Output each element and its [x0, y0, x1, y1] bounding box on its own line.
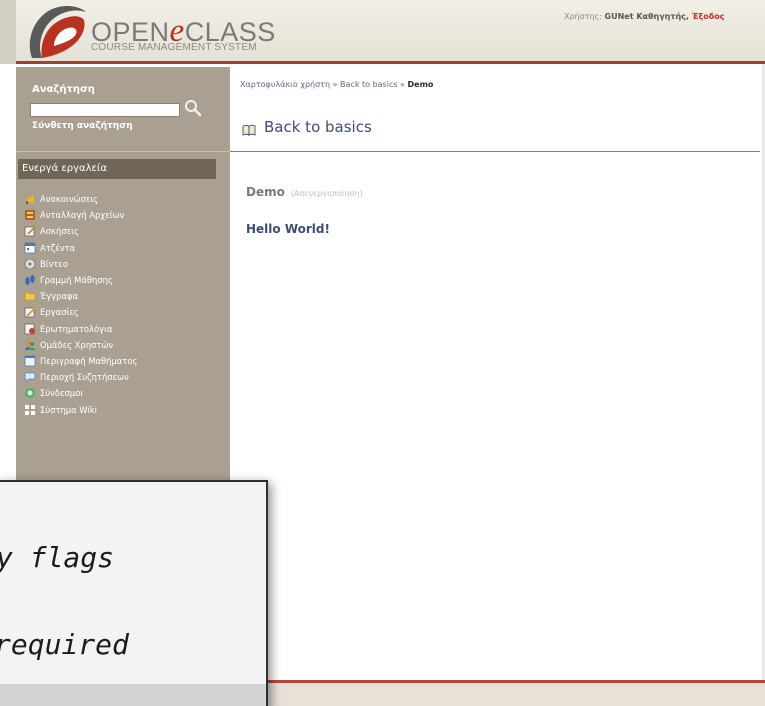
sidebar-item-exercises[interactable]: Ασκήσεις — [24, 223, 224, 239]
search-icon[interactable] — [184, 99, 202, 117]
sidebar-item-announcements[interactable]: Ανακοινώσεις — [24, 191, 224, 207]
exercise-icon — [24, 225, 36, 237]
tool-label: Ατζέντα — [40, 242, 76, 253]
user-groups-icon — [24, 339, 36, 351]
openeclass-logo-icon[interactable] — [24, 2, 88, 60]
tool-label: Εργασίες — [40, 307, 79, 318]
tool-label: Ασκήσεις — [40, 226, 79, 237]
book-icon — [242, 121, 256, 137]
forum-icon — [24, 371, 36, 384]
page-header: OPENeCLASS COURSE MANAGEMENT SYSTEM Χρήσ… — [0, 0, 765, 64]
sidebar-item-forum[interactable]: Περιοχή Συζητήσεων — [24, 369, 224, 385]
page-footer — [230, 680, 765, 706]
course-title: Back to basics — [242, 118, 372, 137]
search-input[interactable] — [30, 103, 180, 117]
sidebar-item-course-description[interactable]: Περιγραφή Μαθήματος — [24, 353, 224, 369]
item-content: Hello World! — [246, 222, 330, 236]
video-icon — [24, 258, 36, 270]
calendar-icon — [24, 242, 36, 254]
overlay-box: y flags required — [0, 480, 268, 706]
tool-label: Σύστημα Wiki — [40, 404, 97, 415]
tool-label: Ανταλλαγή Αρχείων — [40, 210, 125, 221]
sidebar-item-user-groups[interactable]: Ομάδες Χρηστών — [24, 337, 224, 353]
megaphone-icon — [24, 193, 36, 205]
folder-icon — [24, 290, 36, 302]
sidebar-item-file-exchange[interactable]: Ανταλλαγή Αρχείων — [24, 207, 224, 223]
tool-label: Περιοχή Συζητήσεων — [40, 372, 129, 383]
course-title-text: Back to basics — [264, 118, 372, 136]
file-exchange-icon — [24, 209, 36, 221]
tool-label: Βίντεο — [40, 258, 68, 269]
search-title: Αναζήτηση — [32, 84, 95, 95]
tool-label: Σύνδεσμοι — [40, 388, 84, 399]
tool-label: Ομάδες Χρηστών — [40, 339, 114, 350]
item-name: Demo — [246, 185, 285, 199]
sidebar-item-questionnaires[interactable]: Ερωτηματολόγια — [24, 321, 224, 337]
sidebar-item-assignments[interactable]: Εργασίες — [24, 304, 224, 320]
breadcrumb: Χαρτοφυλάκιο χρήστη » Back to basics » D… — [240, 80, 433, 89]
breadcrumb-separator: » — [397, 80, 408, 89]
breadcrumb-current: Demo — [407, 80, 434, 89]
logo-subtitle: COURSE MANAGEMENT SYSTEM — [91, 42, 257, 53]
tool-list: Ανακοινώσεις Ανταλλαγή Αρχείων Ασκήσεις … — [24, 191, 224, 418]
title-divider — [230, 151, 760, 152]
tool-label: Γραμμή Μάθησης — [40, 275, 113, 286]
assignment-icon — [24, 306, 36, 318]
breadcrumb-separator: » — [330, 80, 341, 89]
breadcrumb-home-link[interactable]: Χαρτοφυλάκιο χρήστη — [240, 80, 330, 89]
tool-label: Έγγραφα — [40, 291, 79, 302]
header-edge — [0, 0, 16, 64]
course-description-icon — [24, 355, 36, 367]
overlay-line-1: y flags — [0, 541, 115, 574]
sidebar-item-wiki[interactable]: Σύστημα Wiki — [24, 401, 224, 417]
user-info: Χρήστης: GUNet Καθηγητής, Έξοδος — [564, 12, 724, 21]
user-name: GUNet Καθηγητής, — [604, 12, 692, 21]
questionnaire-icon — [24, 323, 36, 335]
breadcrumb-course-link[interactable]: Back to basics — [340, 80, 397, 89]
links-icon — [24, 387, 36, 399]
wiki-icon — [24, 404, 36, 416]
sidebar-item-agenda[interactable]: Ατζέντα — [24, 240, 224, 256]
active-tools-heading: Ενεργά εργαλεία — [18, 159, 216, 179]
sidebar-item-links[interactable]: Σύνδεσμοι — [24, 385, 224, 401]
tool-label: Ανακοινώσεις — [40, 194, 99, 205]
sidebar-item-documents[interactable]: Έγγραφα — [24, 288, 224, 304]
content-item-header: Demo (Απενεργοποίηση) — [246, 181, 363, 200]
item-status: (Απενεργοποίηση) — [290, 189, 363, 198]
user-label: Χρήστης: — [564, 12, 605, 21]
sidebar-divider — [16, 151, 230, 152]
overlay-line-2: required — [0, 628, 129, 661]
logout-link[interactable]: Έξοδος — [692, 12, 725, 21]
sidebar-item-learning-path[interactable]: Γραμμή Μάθησης — [24, 272, 224, 288]
tool-label: Ερωτηματολόγια — [40, 323, 113, 334]
tool-label: Περιγραφή Μαθήματος — [40, 355, 138, 366]
advanced-search-link[interactable]: Σύνθετη αναζήτηση — [32, 121, 133, 131]
learning-path-icon — [24, 274, 36, 286]
overlay-bottom-bar — [0, 684, 266, 706]
sidebar-item-video[interactable]: Βίντεο — [24, 256, 224, 272]
